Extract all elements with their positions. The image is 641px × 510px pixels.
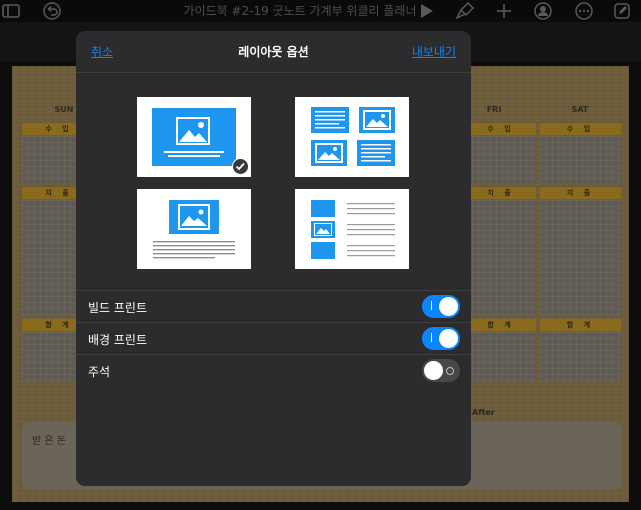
total-band: 합 계 [540,319,621,331]
brush-icon[interactable] [455,1,475,21]
layout-option-outline-list[interactable] [295,189,409,269]
modal-header: 취소 레이아웃 옵션 내보내기 [76,31,471,73]
toggle-on-mark [431,301,432,310]
income-band: 수 입 [466,123,536,135]
day-label: FRI [486,105,502,114]
setting-label: 주석 [88,365,111,379]
total-band: 합 계 [466,319,536,331]
toggle-knob [439,297,458,316]
slide-with-notes-preview [153,200,235,259]
setting-label: 배경 프린트 [88,333,148,347]
top-bar: 가이드북 #2-19 굿노트 가계부 위클리 플래너 [0,0,641,22]
edit-icon[interactable] [612,1,632,21]
layout-options-modal: 취소 레이아웃 옵션 내보내기 빌드 프린트 배경 프린트 주석 [76,31,471,486]
layout-option-two-by-two-grid[interactable] [295,97,409,177]
add-icon[interactable] [494,1,514,21]
expense-cell [466,200,536,316]
expense-cell [540,200,621,316]
received-label: 받 은 돈 [32,436,66,447]
layout-option-slide-with-notes[interactable] [137,189,251,269]
share-person-icon[interactable] [533,1,553,21]
document-title: 가이드북 #2-19 굿노트 가계부 위클리 플래너 [183,4,417,18]
checkmark-icon [232,158,249,175]
build-print-toggle[interactable] [422,295,460,318]
export-button[interactable]: 내보내기 [412,43,456,60]
income-cell [540,136,621,184]
total-cell [540,332,621,382]
comments-toggle[interactable] [422,359,460,382]
setting-label: 빌드 프린트 [88,301,148,315]
background-print-toggle[interactable] [422,327,460,350]
grid-preview [311,107,395,166]
income-band: 수 입 [540,123,621,135]
print-settings: 빌드 프린트 배경 프린트 주석 [76,290,471,386]
after-label: After [472,408,495,417]
total-cell [466,332,536,382]
income-cell [466,136,536,184]
expense-band: 지 출 [466,187,536,199]
undo-icon[interactable] [42,1,62,21]
outline-list-preview [311,200,395,259]
sidebar-icon[interactable] [1,1,21,21]
toggle-knob [439,329,458,348]
toggle-off-mark [446,367,454,375]
toggle-on-mark [431,333,432,342]
more-icon[interactable] [574,1,594,21]
play-icon[interactable] [416,1,436,21]
layout-option-slide-only[interactable] [137,97,251,177]
expense-band: 지 출 [540,187,621,199]
setting-row-comments: 주석 [76,354,471,386]
setting-row-build-print: 빌드 프린트 [76,290,471,322]
setting-row-background-print: 배경 프린트 [76,322,471,354]
toggle-knob [424,361,443,380]
day-label: SAT [571,105,589,114]
